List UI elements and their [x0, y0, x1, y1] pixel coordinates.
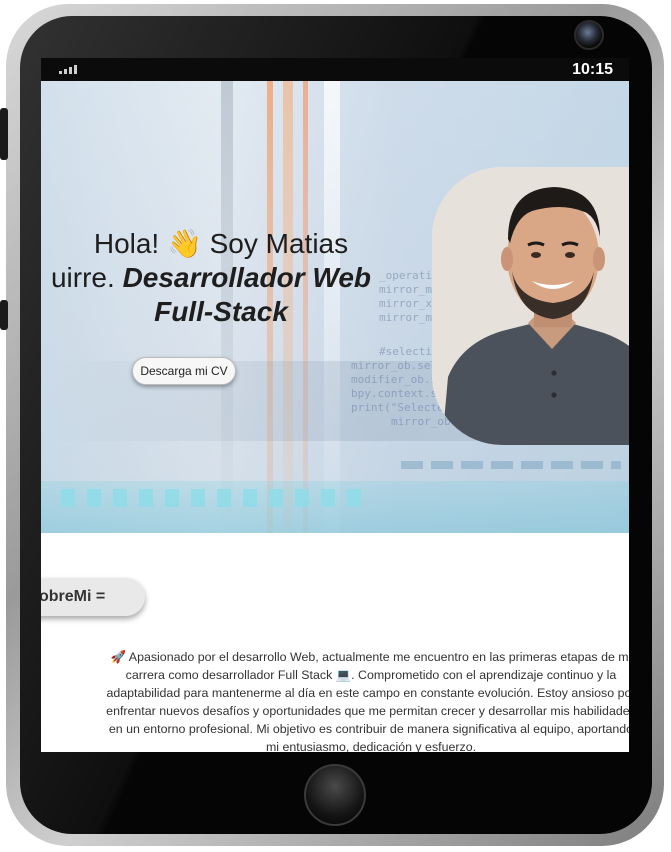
hero-title: Desarrollador Web [122, 262, 372, 293]
home-button[interactable] [304, 764, 366, 826]
about-me-tab[interactable]: obreMi = [41, 578, 145, 616]
download-cv-button[interactable]: Descarga mi CV [132, 357, 236, 385]
camera-icon [574, 20, 604, 50]
status-time: 10:15 [572, 61, 613, 78]
hero-subtitle: Full-Stack [154, 296, 288, 327]
hero-section: _operation mirror_mod mirror_x mirror_mo… [41, 81, 629, 533]
volume-down-button[interactable] [0, 300, 8, 330]
profile-portrait-image [432, 167, 629, 445]
hero-name-fragment: uirre. [50, 262, 123, 293]
hero-title-line: uirre. Desarrollador Web [41, 261, 411, 295]
volume-up-button[interactable] [0, 108, 8, 160]
device-screen: 10:15 _operation mirror_mod mirror_x mir… [41, 58, 629, 752]
hero-greeting: Hola! 👋 Soy Matias [93, 228, 349, 259]
status-bar: 10:15 [41, 58, 629, 81]
about-me-paragraph: 🚀 Apasionado por el desarrollo Web, actu… [106, 650, 629, 752]
signal-icon [59, 65, 77, 74]
profile-photo [432, 167, 629, 445]
